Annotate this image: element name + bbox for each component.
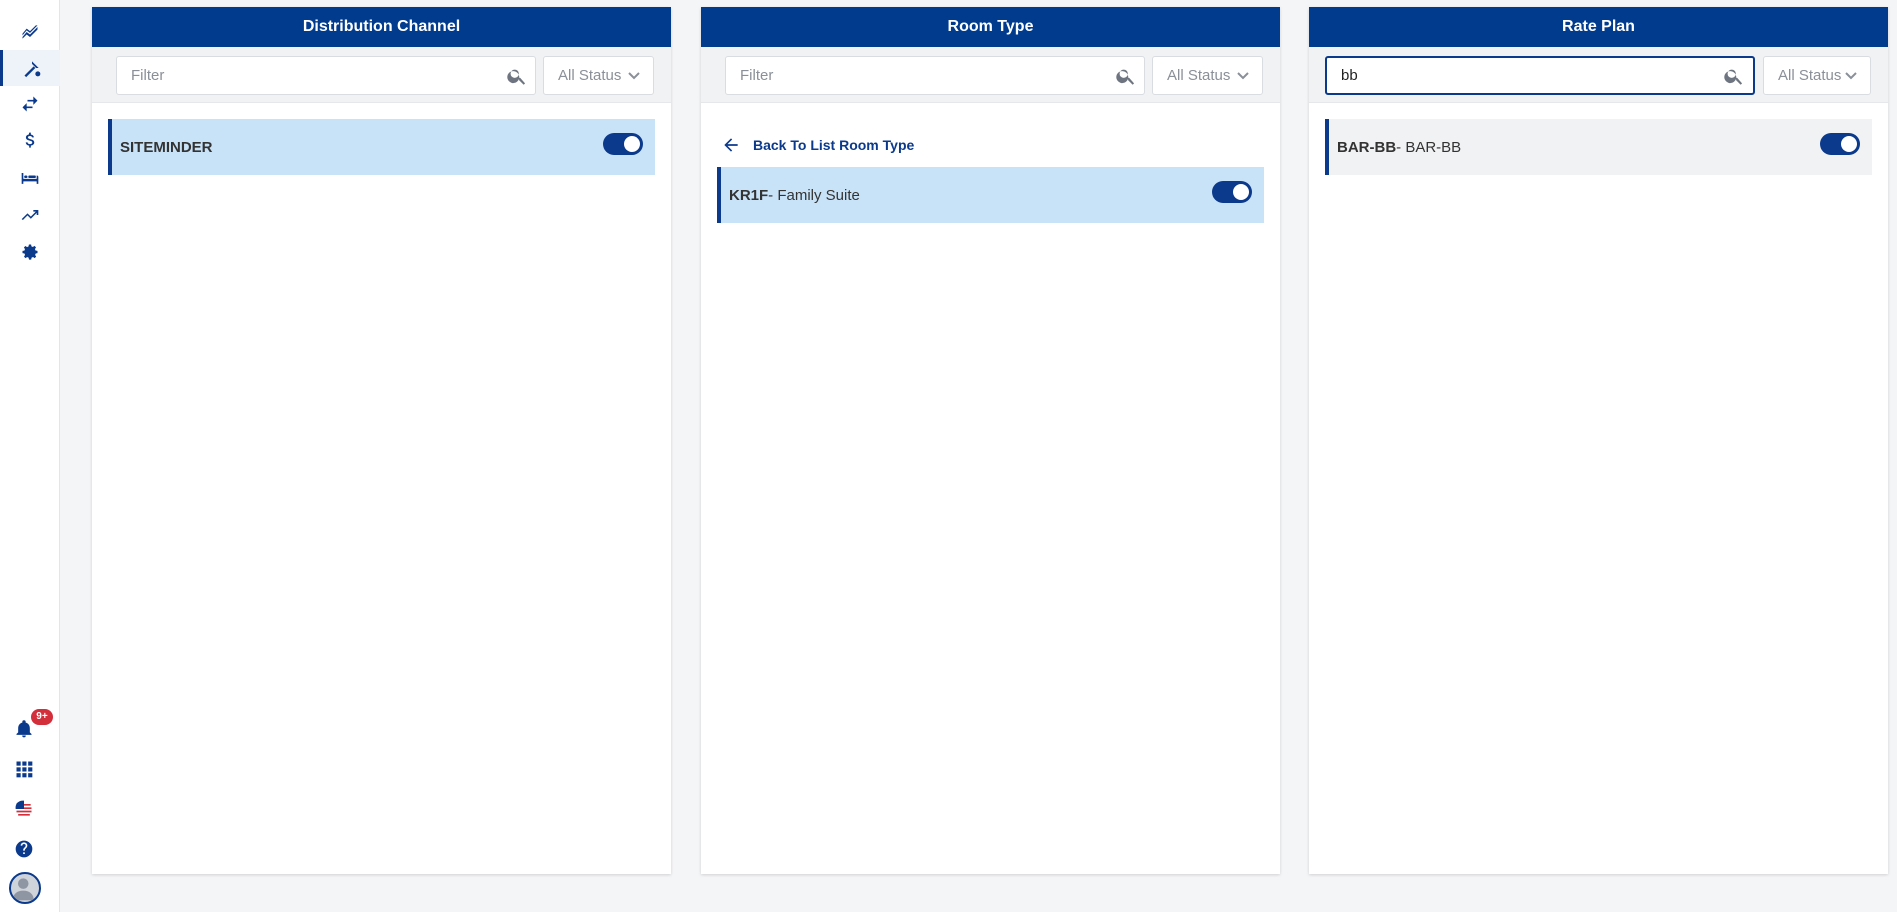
- rate-plan-item-toggle[interactable]: [1820, 133, 1860, 155]
- rate-plan-item-bar-bb[interactable]: BAR-BB - BAR-BB: [1325, 119, 1872, 175]
- nav-reports[interactable]: [0, 197, 60, 233]
- trend-icon: [21, 210, 39, 220]
- transfer-icon: [22, 96, 38, 112]
- room-type-title: Room Type: [701, 7, 1280, 47]
- status-select-label: All Status: [558, 67, 622, 84]
- room-type-panel: Room Type All Status Back To List Room T…: [701, 7, 1280, 874]
- chevron-down-icon: [1236, 69, 1250, 83]
- nav-rate[interactable]: [0, 50, 60, 86]
- distribution-item-toggle[interactable]: [603, 133, 643, 155]
- distribution-filter-input[interactable]: [116, 56, 536, 95]
- search-icon[interactable]: [1115, 65, 1137, 87]
- search-icon[interactable]: [1723, 65, 1745, 87]
- avatar-icon: [12, 878, 34, 901]
- gear-icon: [22, 244, 38, 260]
- rate-plan-filter-bar: All Status: [1309, 47, 1888, 103]
- nav-apps[interactable]: [0, 751, 48, 787]
- us-flag-icon: [15, 800, 33, 818]
- chevron-down-icon: [627, 69, 641, 83]
- sidebar: 9+: [0, 0, 60, 912]
- item-name: - BAR-BB: [1396, 138, 1462, 156]
- room-type-item-kr1f[interactable]: KR1F - Family Suite: [717, 167, 1264, 223]
- bed-icon: [21, 173, 39, 184]
- nav-finance[interactable]: [0, 123, 60, 159]
- distribution-status-select[interactable]: All Status: [543, 56, 654, 95]
- room-type-filter-bar: All Status: [701, 47, 1280, 103]
- distribution-channel-title: Distribution Channel: [92, 7, 671, 47]
- rate-plan-filter-input[interactable]: [1325, 56, 1755, 95]
- rate-plan-panel: Rate Plan All Status BAR-BB - BAR-BB: [1309, 7, 1888, 874]
- notification-badge: 9+: [31, 709, 53, 725]
- rate-plan-title: Rate Plan: [1309, 7, 1888, 47]
- rate-plan-status-select[interactable]: All Status: [1763, 56, 1871, 95]
- room-type-filter-input[interactable]: [725, 56, 1145, 95]
- nav-transfer[interactable]: [0, 86, 60, 122]
- rate-icon: [24, 61, 40, 78]
- status-select-label: All Status: [1167, 67, 1231, 84]
- chevron-down-icon: [1844, 69, 1858, 83]
- bell-icon: [16, 720, 32, 738]
- item-name: - Family Suite: [768, 186, 860, 204]
- nav-rooms[interactable]: [0, 160, 60, 196]
- nav-dashboard[interactable]: [0, 14, 60, 50]
- distribution-filter-bar: All Status: [92, 47, 671, 103]
- help-icon: [15, 840, 33, 858]
- room-type-item-toggle[interactable]: [1212, 181, 1252, 203]
- item-code: BAR-BB: [1337, 138, 1397, 156]
- distribution-channel-panel: Distribution Channel All Status SITEMIND…: [92, 7, 671, 874]
- dollar-icon: [25, 132, 35, 148]
- room-type-status-select[interactable]: All Status: [1152, 56, 1263, 95]
- distribution-item-siteminder[interactable]: SITEMINDER: [108, 119, 655, 175]
- search-icon[interactable]: [506, 65, 528, 87]
- user-avatar[interactable]: [9, 872, 41, 904]
- nav-settings[interactable]: [0, 234, 60, 270]
- apps-grid-icon: [16, 761, 33, 778]
- back-link-label: Back To List Room Type: [753, 137, 915, 153]
- item-code: KR1F: [729, 186, 769, 204]
- item-code: SITEMINDER: [120, 138, 213, 156]
- nav-help[interactable]: [0, 831, 48, 867]
- status-select-label: All Status: [1778, 67, 1842, 84]
- nav-language[interactable]: [0, 791, 48, 827]
- arrow-left-icon: [724, 138, 738, 152]
- dashboard-icon: [22, 25, 38, 39]
- back-to-list-room-type-link[interactable]: Back To List Room Type: [721, 133, 914, 157]
